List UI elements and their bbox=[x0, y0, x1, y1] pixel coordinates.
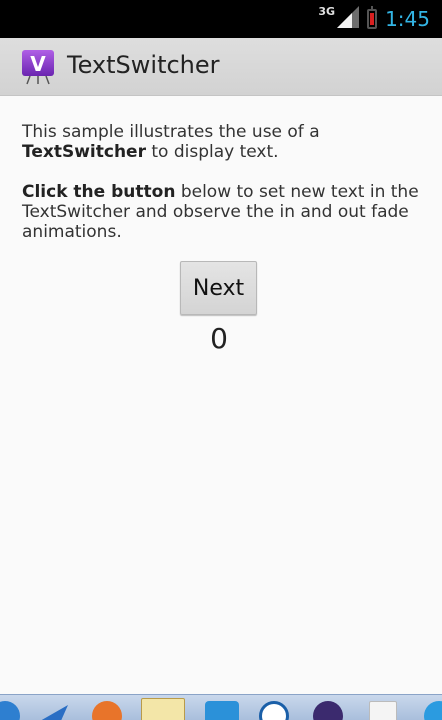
action-bar: V TextSwitcher bbox=[0, 38, 442, 96]
intro-bold: TextSwitcher bbox=[22, 142, 146, 162]
windows-taskbar bbox=[0, 694, 442, 720]
status-bar: 3G 1:45 bbox=[0, 0, 442, 38]
status-clock: 1:45 bbox=[385, 7, 430, 31]
instruction-text: Click the button below to set new text i… bbox=[22, 182, 422, 242]
ie-icon[interactable] bbox=[0, 701, 20, 720]
next-button[interactable]: Next bbox=[180, 261, 257, 315]
firefox-icon[interactable] bbox=[92, 701, 122, 720]
battery-low-icon bbox=[367, 6, 378, 29]
status-icons: 3G 1:45 bbox=[318, 4, 430, 34]
instruction-bold: Click the button bbox=[22, 182, 176, 202]
app-launcher-icon[interactable]: V bbox=[20, 49, 56, 85]
text-switcher-value: 0 bbox=[210, 322, 228, 355]
qq-icon[interactable] bbox=[205, 701, 239, 720]
action-bar-title: TextSwitcher bbox=[67, 51, 220, 79]
browser-icon[interactable] bbox=[424, 701, 442, 720]
file-icon[interactable] bbox=[369, 701, 397, 720]
intro-text: This sample illustrates the use of a Tex… bbox=[22, 122, 422, 162]
intro-suffix: to display text. bbox=[145, 142, 279, 162]
app-k-icon[interactable] bbox=[259, 701, 289, 720]
intro-prefix: This sample illustrates the use of a bbox=[22, 122, 320, 142]
visual-studio-icon[interactable] bbox=[38, 701, 74, 720]
network-type-label: 3G bbox=[318, 4, 336, 18]
eclipse-icon[interactable] bbox=[313, 701, 343, 720]
app-icon-letter: V bbox=[30, 52, 46, 76]
folder-icon[interactable] bbox=[141, 698, 185, 720]
sample-description: This sample illustrates the use of a Tex… bbox=[22, 122, 422, 242]
signal-icon bbox=[337, 6, 360, 32]
